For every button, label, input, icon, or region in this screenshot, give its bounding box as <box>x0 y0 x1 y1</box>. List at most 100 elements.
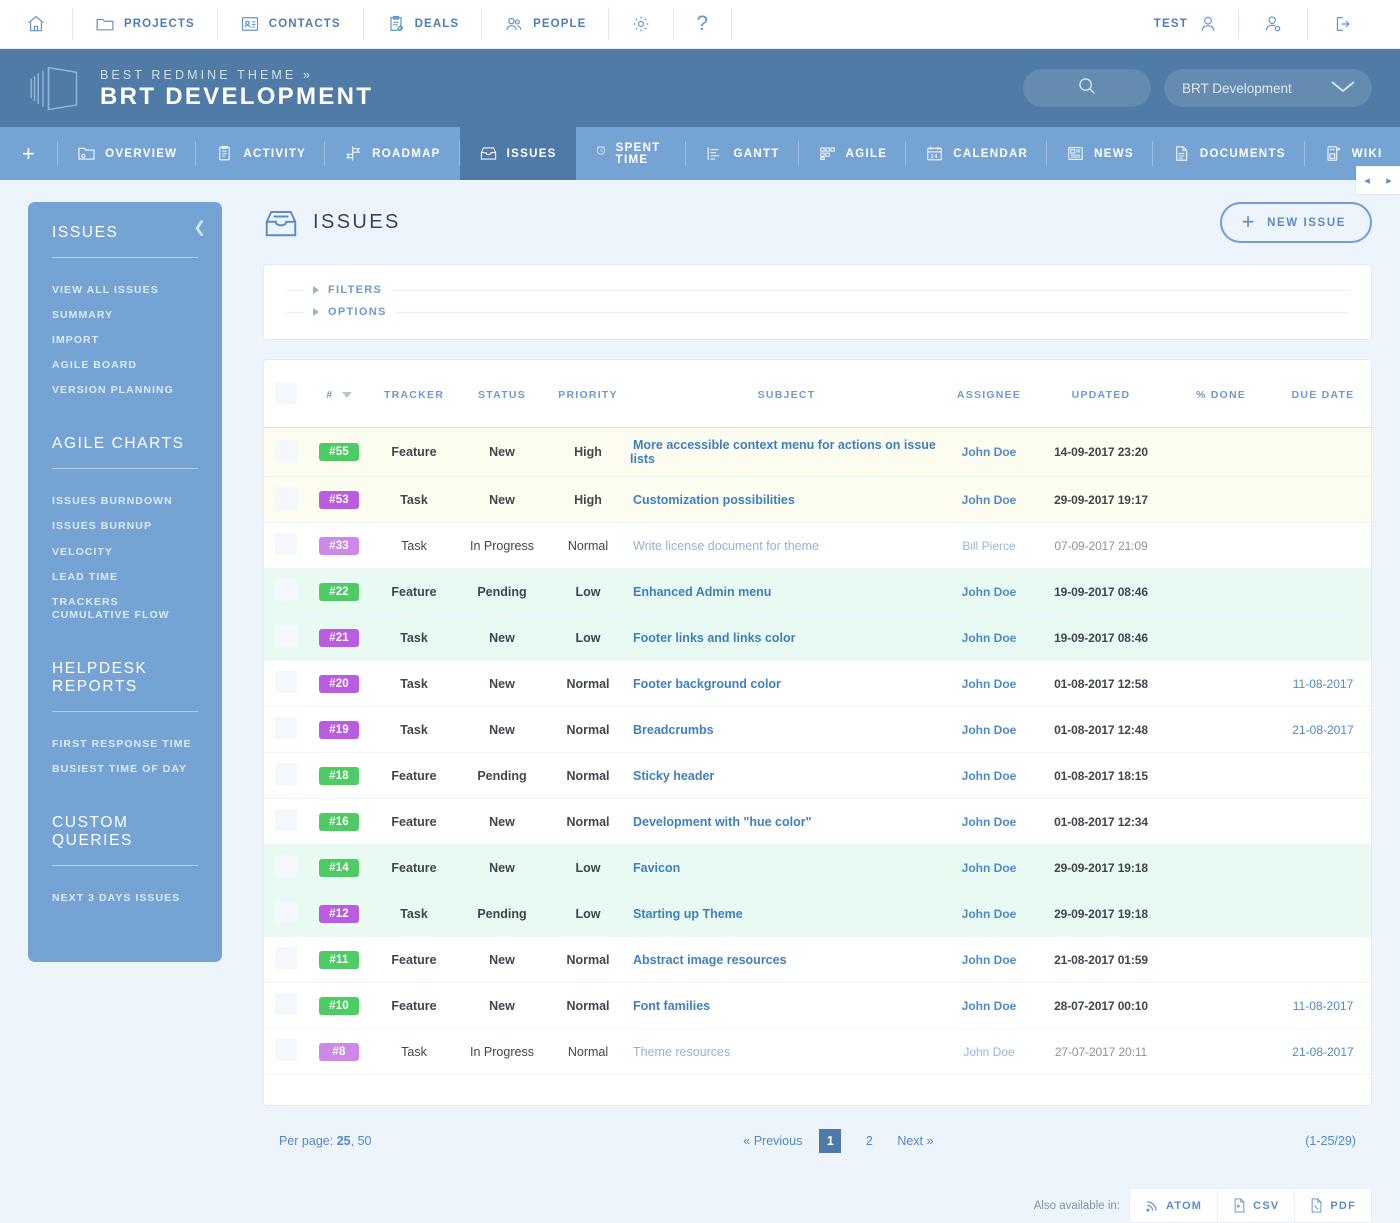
table-row[interactable]: #18FeaturePendingNormalSticky headerJohn… <box>264 753 1371 799</box>
nav-item-settings[interactable] <box>608 8 673 40</box>
tab-spent-time[interactable]: SPENT TIME <box>576 127 687 180</box>
options-toggle[interactable]: OPTIONS <box>286 301 1349 323</box>
nav-item-people[interactable]: PEOPLE <box>481 8 608 40</box>
current-user[interactable]: TEST <box>1134 8 1238 40</box>
issue-subject-link[interactable]: More accessible context menu for actions… <box>630 438 936 466</box>
issue-id-badge[interactable]: #20 <box>319 675 359 693</box>
issue-id-badge[interactable]: #8 <box>319 1043 359 1061</box>
tab-news[interactable]: NEWS <box>1047 127 1153 180</box>
issue-id-badge[interactable]: #19 <box>319 721 359 739</box>
issue-id-badge[interactable]: #55 <box>319 443 359 461</box>
assignee-link[interactable]: John Doe <box>962 861 1017 875</box>
row-checkbox[interactable] <box>275 533 297 555</box>
tab-documents[interactable]: DOCUMENTS <box>1153 127 1305 180</box>
issue-subject-link[interactable]: Favicon <box>630 861 680 875</box>
sidebar-item-summary[interactable]: SUMMARY <box>52 303 198 328</box>
issue-subject-link[interactable]: Starting up Theme <box>630 907 743 921</box>
col-header-id[interactable]: # <box>308 360 370 428</box>
sidebar-item-import[interactable]: IMPORT <box>52 328 198 353</box>
row-checkbox[interactable] <box>275 717 297 739</box>
col-header-assignee[interactable]: ASSIGNEE <box>943 360 1035 428</box>
row-checkbox-cell[interactable] <box>264 937 308 983</box>
issue-subject-link[interactable]: Font families <box>630 999 710 1013</box>
select-all-header[interactable] <box>264 360 308 428</box>
account-settings-button[interactable] <box>1238 8 1307 40</box>
issue-id-badge[interactable]: #11 <box>319 951 359 969</box>
row-checkbox-cell[interactable] <box>264 891 308 937</box>
table-row[interactable]: #21TaskNewLowFooter links and links colo… <box>264 615 1371 661</box>
sidebar-item-next-3-days-issues[interactable]: NEXT 3 DAYS ISSUES <box>52 886 198 911</box>
row-checkbox[interactable] <box>275 901 297 923</box>
table-row[interactable]: #33TaskIn ProgressNormalWrite license do… <box>264 523 1371 569</box>
nav-item-help[interactable]: ? <box>673 8 731 40</box>
table-row[interactable]: #16FeatureNewNormalDevelopment with "hue… <box>264 799 1371 845</box>
table-row[interactable]: #10FeatureNewNormalFont familiesJohn Doe… <box>264 983 1371 1029</box>
page-1-link[interactable]: 1 <box>819 1129 841 1153</box>
search-input[interactable] <box>1023 69 1151 107</box>
export-csv-button[interactable]: CSV <box>1217 1188 1295 1223</box>
assignee-link[interactable]: John Doe <box>962 815 1017 829</box>
row-checkbox[interactable] <box>275 993 297 1015</box>
issue-id-badge[interactable]: #53 <box>319 491 359 509</box>
issue-subject-link[interactable]: Theme resources <box>630 1045 730 1059</box>
issue-subject-link[interactable]: Write license document for theme <box>630 539 819 553</box>
col-header-done[interactable]: % DONE <box>1167 360 1275 428</box>
tab-agile[interactable]: AGILE <box>799 127 907 180</box>
export-pdf-button[interactable]: PDF <box>1294 1188 1372 1223</box>
tab-scroll-controls[interactable]: ◂ ▸ <box>1356 166 1400 194</box>
previous-page-link[interactable]: « Previous <box>743 1134 802 1148</box>
row-checkbox[interactable] <box>275 487 297 509</box>
table-row[interactable]: #53TaskNewHighCustomization possibilitie… <box>264 477 1371 523</box>
issue-subject-link[interactable]: Abstract image resources <box>630 953 787 967</box>
col-header-tracker[interactable]: TRACKER <box>370 360 458 428</box>
sidebar-item-first-response-time[interactable]: FIRST RESPONSE TIME <box>52 732 198 757</box>
assignee-link[interactable]: John Doe <box>962 723 1017 737</box>
nav-item-contacts[interactable]: CONTACTS <box>217 8 363 40</box>
sidebar-item-busiest-time-of-day[interactable]: BUSIEST TIME OF DAY <box>52 757 198 782</box>
tab-gantt[interactable]: GANTT <box>686 127 798 180</box>
issue-subject-link[interactable]: Footer background color <box>630 677 781 691</box>
tab-overview[interactable]: OVERVIEW <box>58 127 196 180</box>
row-checkbox[interactable] <box>275 855 297 877</box>
row-checkbox-cell[interactable] <box>264 661 308 707</box>
filters-toggle[interactable]: FILTERS <box>286 279 1349 301</box>
col-header-subject[interactable]: SUBJECT <box>630 360 943 428</box>
row-checkbox[interactable] <box>275 671 297 693</box>
assignee-link[interactable]: John Doe <box>962 585 1017 599</box>
row-checkbox[interactable] <box>275 947 297 969</box>
tab-scroll-right-icon[interactable]: ▸ <box>1386 174 1392 187</box>
sidebar-item-issues-burnup[interactable]: ISSUES BURNUP <box>52 514 198 539</box>
sidebar-item-lead-time[interactable]: LEAD TIME <box>52 565 198 590</box>
assignee-link[interactable]: Bill Pierce <box>962 539 1015 553</box>
project-selector[interactable]: BRT Development <box>1164 69 1372 107</box>
tab-add[interactable]: + <box>0 127 58 180</box>
row-checkbox-cell[interactable] <box>264 523 308 569</box>
row-checkbox-cell[interactable] <box>264 845 308 891</box>
nav-item-home[interactable] <box>0 8 72 40</box>
issue-id-badge[interactable]: #14 <box>319 859 359 877</box>
issue-id-badge[interactable]: #10 <box>319 997 359 1015</box>
col-header-updated[interactable]: UPDATED <box>1035 360 1167 428</box>
table-row[interactable]: #20TaskNewNormalFooter background colorJ… <box>264 661 1371 707</box>
row-checkbox[interactable] <box>275 809 297 831</box>
assignee-link[interactable]: John Doe <box>962 631 1017 645</box>
per-page-option-50[interactable]: 50 <box>358 1134 372 1148</box>
issue-id-badge[interactable]: #18 <box>319 767 359 785</box>
row-checkbox[interactable] <box>275 440 297 462</box>
tab-roadmap[interactable]: ROADMAP <box>325 127 460 180</box>
row-checkbox-cell[interactable] <box>264 707 308 753</box>
issue-id-badge[interactable]: #12 <box>319 905 359 923</box>
table-row[interactable]: #19TaskNewNormalBreadcrumbsJohn Doe01-08… <box>264 707 1371 753</box>
row-checkbox-cell[interactable] <box>264 428 308 477</box>
table-row[interactable]: #12TaskPendingLowStarting up ThemeJohn D… <box>264 891 1371 937</box>
nav-item-projects[interactable]: PROJECTS <box>72 8 217 40</box>
assignee-link[interactable]: John Doe <box>962 677 1017 691</box>
issue-subject-link[interactable]: Footer links and links color <box>630 631 796 645</box>
issue-subject-link[interactable]: Breadcrumbs <box>630 723 714 737</box>
issue-subject-link[interactable]: Sticky header <box>630 769 714 783</box>
select-all-checkbox[interactable] <box>275 382 297 404</box>
col-header-due[interactable]: DUE DATE <box>1275 360 1371 428</box>
tab-calendar[interactable]: 24 CALENDAR <box>906 127 1047 180</box>
sidebar-item-view-all-issues[interactable]: VIEW ALL ISSUES <box>52 278 198 303</box>
assignee-link[interactable]: John Doe <box>962 769 1017 783</box>
